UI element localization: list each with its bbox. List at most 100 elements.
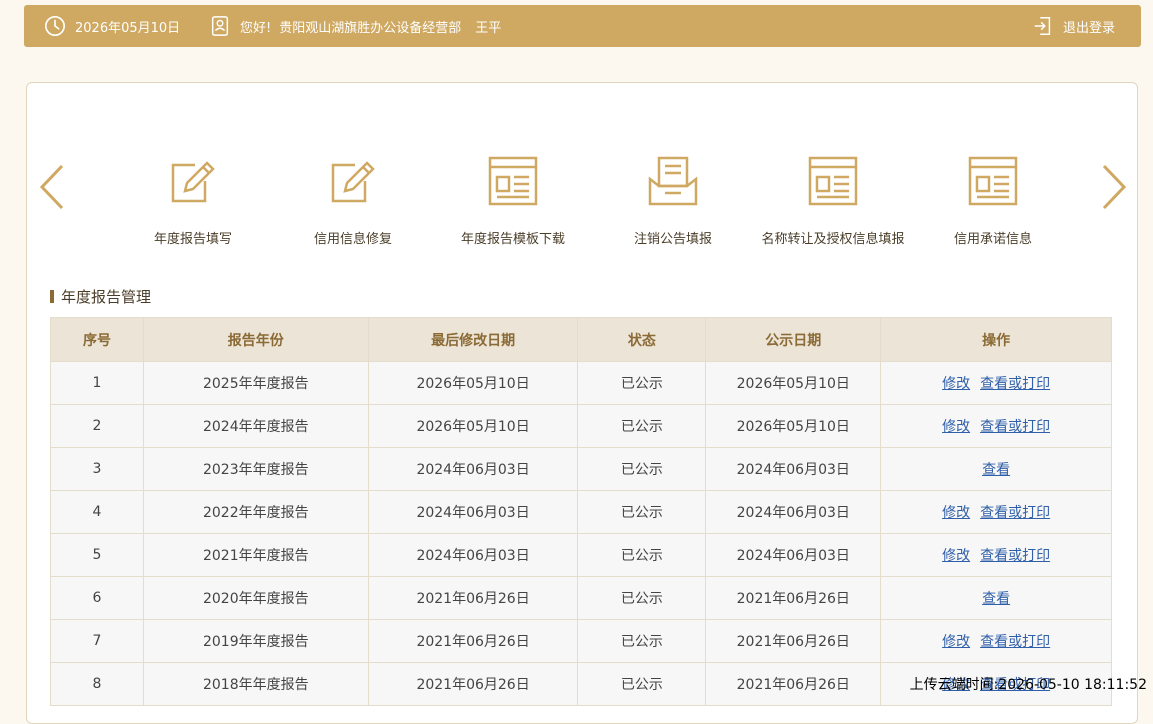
cell-year: 2020年年度报告: [142, 576, 369, 620]
cell-year: 2022年年度报告: [142, 490, 369, 534]
cell-status: 已公示: [577, 619, 707, 663]
edit-link[interactable]: 修改: [942, 505, 970, 521]
cell-published: 2021年06月26日: [705, 662, 882, 706]
cell-status: 已公示: [577, 404, 707, 448]
cell-modified: 2021年06月26日: [367, 662, 579, 706]
cell-published: 2026年05月10日: [705, 404, 882, 448]
upload-time-watermark: 上传云端时间:2026-05-10 18:11:52: [909, 677, 1147, 693]
cell-published: 2021年06月26日: [705, 576, 882, 620]
clock-icon: [45, 16, 65, 36]
edit-link[interactable]: 修改: [942, 548, 970, 564]
user-info: 您好! 贵阳观山湖旗胜办公设备经营部 王平: [209, 5, 501, 47]
cell-status: 已公示: [577, 662, 707, 706]
tile-cancellation-notice[interactable]: 注销公告填报: [598, 155, 748, 250]
cell-actions: 修改 查看或打印: [880, 533, 1112, 577]
logout-icon: [1034, 17, 1051, 35]
cell-modified: 2021年06月26日: [367, 619, 579, 663]
cell-year: 2019年年度报告: [142, 619, 369, 663]
tile-label: 信用承诺信息: [953, 232, 1032, 247]
edit-link[interactable]: 修改: [942, 376, 970, 392]
tile-label: 注销公告填报: [633, 232, 712, 247]
view-print-link[interactable]: 查看或打印: [980, 634, 1050, 650]
cell-status: 已公示: [577, 576, 707, 620]
cell-status: 已公示: [577, 533, 707, 577]
inbox-document-icon: [648, 156, 698, 206]
top-bar: 2026年05月10日 您好! 贵阳观山湖旗胜办公设备经营部 王平 退出登录: [24, 5, 1141, 47]
cell-published: 2024年06月03日: [705, 490, 882, 534]
cell-no: 6: [50, 576, 144, 620]
cell-no: 1: [50, 361, 144, 405]
table-row: 1 2025年年度报告 2026年05月10日 已公示 2026年05月10日 修改 查看或…: [50, 361, 1112, 405]
edit-form-icon: [331, 161, 375, 203]
cell-no: 5: [50, 533, 144, 577]
cell-actions: 修改 查看或打印: [880, 619, 1112, 663]
document-list-icon: [808, 156, 858, 206]
table-row: 5 2021年年度报告 2024年06月03日 已公示 2024年06月03日 修改 查看或…: [50, 533, 1112, 577]
section-title: 年度报告管理: [50, 286, 151, 307]
tile-label: 年度报告模板下载: [460, 232, 565, 247]
col-header-modified: 最后修改日期: [367, 317, 579, 362]
cell-actions: 修改 查看或打印: [880, 361, 1112, 405]
view-link[interactable]: 查看: [982, 462, 1010, 478]
cell-actions: 查看: [880, 576, 1112, 620]
tile-template-download[interactable]: 年度报告模板下载: [438, 155, 588, 250]
cell-no: 7: [50, 619, 144, 663]
view-print-link[interactable]: 查看或打印: [980, 505, 1050, 521]
logout-label: 退出登录: [1063, 20, 1116, 36]
tile-name-transfer[interactable]: 名称转让及授权信息填报: [758, 155, 908, 250]
cell-no: 3: [50, 447, 144, 491]
cell-modified: 2026年05月10日: [367, 361, 579, 405]
edit-form-icon: [171, 161, 215, 203]
table-row: 3 2023年年度报告 2024年06月03日 已公示 2024年06月03日 查看: [50, 447, 1112, 491]
greeting-text: 您好!: [240, 20, 272, 36]
cell-year: 2021年年度报告: [142, 533, 369, 577]
cell-year: 2024年年度报告: [142, 404, 369, 448]
table-row: 7 2019年年度报告 2021年06月26日 已公示 2021年06月26日 修改 查看或…: [50, 619, 1112, 663]
main-card: 年度报告填写 信用信息修复 年度报告模板下载 注销公告填报 名称转让及授权信息填…: [26, 82, 1138, 724]
tile-annual-report-fill[interactable]: 年度报告填写: [118, 155, 268, 250]
cell-actions: 修改 查看或打印: [880, 490, 1112, 534]
tile-label: 名称转让及授权信息填报: [761, 232, 905, 247]
org-name: 贵阳观山湖旗胜办公设备经营部: [279, 20, 462, 36]
cell-year: 2018年年度报告: [142, 662, 369, 706]
view-print-link[interactable]: 查看或打印: [980, 548, 1050, 564]
col-header-actions: 操作: [880, 317, 1112, 362]
cell-actions: 查看: [880, 447, 1112, 491]
view-link[interactable]: 查看: [982, 591, 1010, 607]
table-body: 1 2025年年度报告 2026年05月10日 已公示 2026年05月10日 修改 查看或…: [50, 361, 1112, 706]
cell-modified: 2026年05月10日: [367, 404, 579, 448]
document-list-icon: [968, 156, 1018, 206]
chevron-right-icon[interactable]: [1099, 163, 1129, 211]
edit-link[interactable]: 修改: [942, 419, 970, 435]
current-date: 2026年05月10日: [75, 20, 181, 36]
tile-label: 信用信息修复: [313, 232, 392, 247]
view-print-link[interactable]: 查看或打印: [980, 376, 1050, 392]
cell-actions: 修改 查看或打印: [880, 404, 1112, 448]
logout-button[interactable]: 退出登录: [1032, 5, 1115, 47]
cell-no: 2: [50, 404, 144, 448]
cell-published: 2026年05月10日: [705, 361, 882, 405]
edit-link[interactable]: 修改: [942, 634, 970, 650]
tile-credit-commitment[interactable]: 信用承诺信息: [918, 155, 1068, 250]
cell-status: 已公示: [577, 361, 707, 405]
cell-modified: 2024年06月03日: [367, 447, 579, 491]
table-row: 4 2022年年度报告 2024年06月03日 已公示 2024年06月03日 修改 查看或…: [50, 490, 1112, 534]
cell-year: 2025年年度报告: [142, 361, 369, 405]
section-marker: [50, 290, 54, 303]
view-print-link[interactable]: 查看或打印: [980, 419, 1050, 435]
cell-no: 8: [50, 662, 144, 706]
cell-modified: 2024年06月03日: [367, 533, 579, 577]
chevron-left-icon[interactable]: [37, 163, 67, 211]
cell-published: 2021年06月26日: [705, 619, 882, 663]
table-header-row: 序号 报告年份 最后修改日期 状态 公示日期 操作: [50, 317, 1112, 362]
cell-status: 已公示: [577, 490, 707, 534]
cell-status: 已公示: [577, 447, 707, 491]
user-name: 王平: [475, 20, 502, 36]
col-header-no: 序号: [50, 317, 144, 362]
table-row: 2 2024年年度报告 2026年05月10日 已公示 2026年05月10日 修改 查看或…: [50, 404, 1112, 448]
cell-modified: 2024年06月03日: [367, 490, 579, 534]
section-title-text: 年度报告管理: [61, 288, 152, 306]
tile-credit-repair[interactable]: 信用信息修复: [278, 155, 428, 250]
date-display: 2026年05月10日: [44, 5, 180, 47]
user-card-icon: [211, 16, 229, 36]
